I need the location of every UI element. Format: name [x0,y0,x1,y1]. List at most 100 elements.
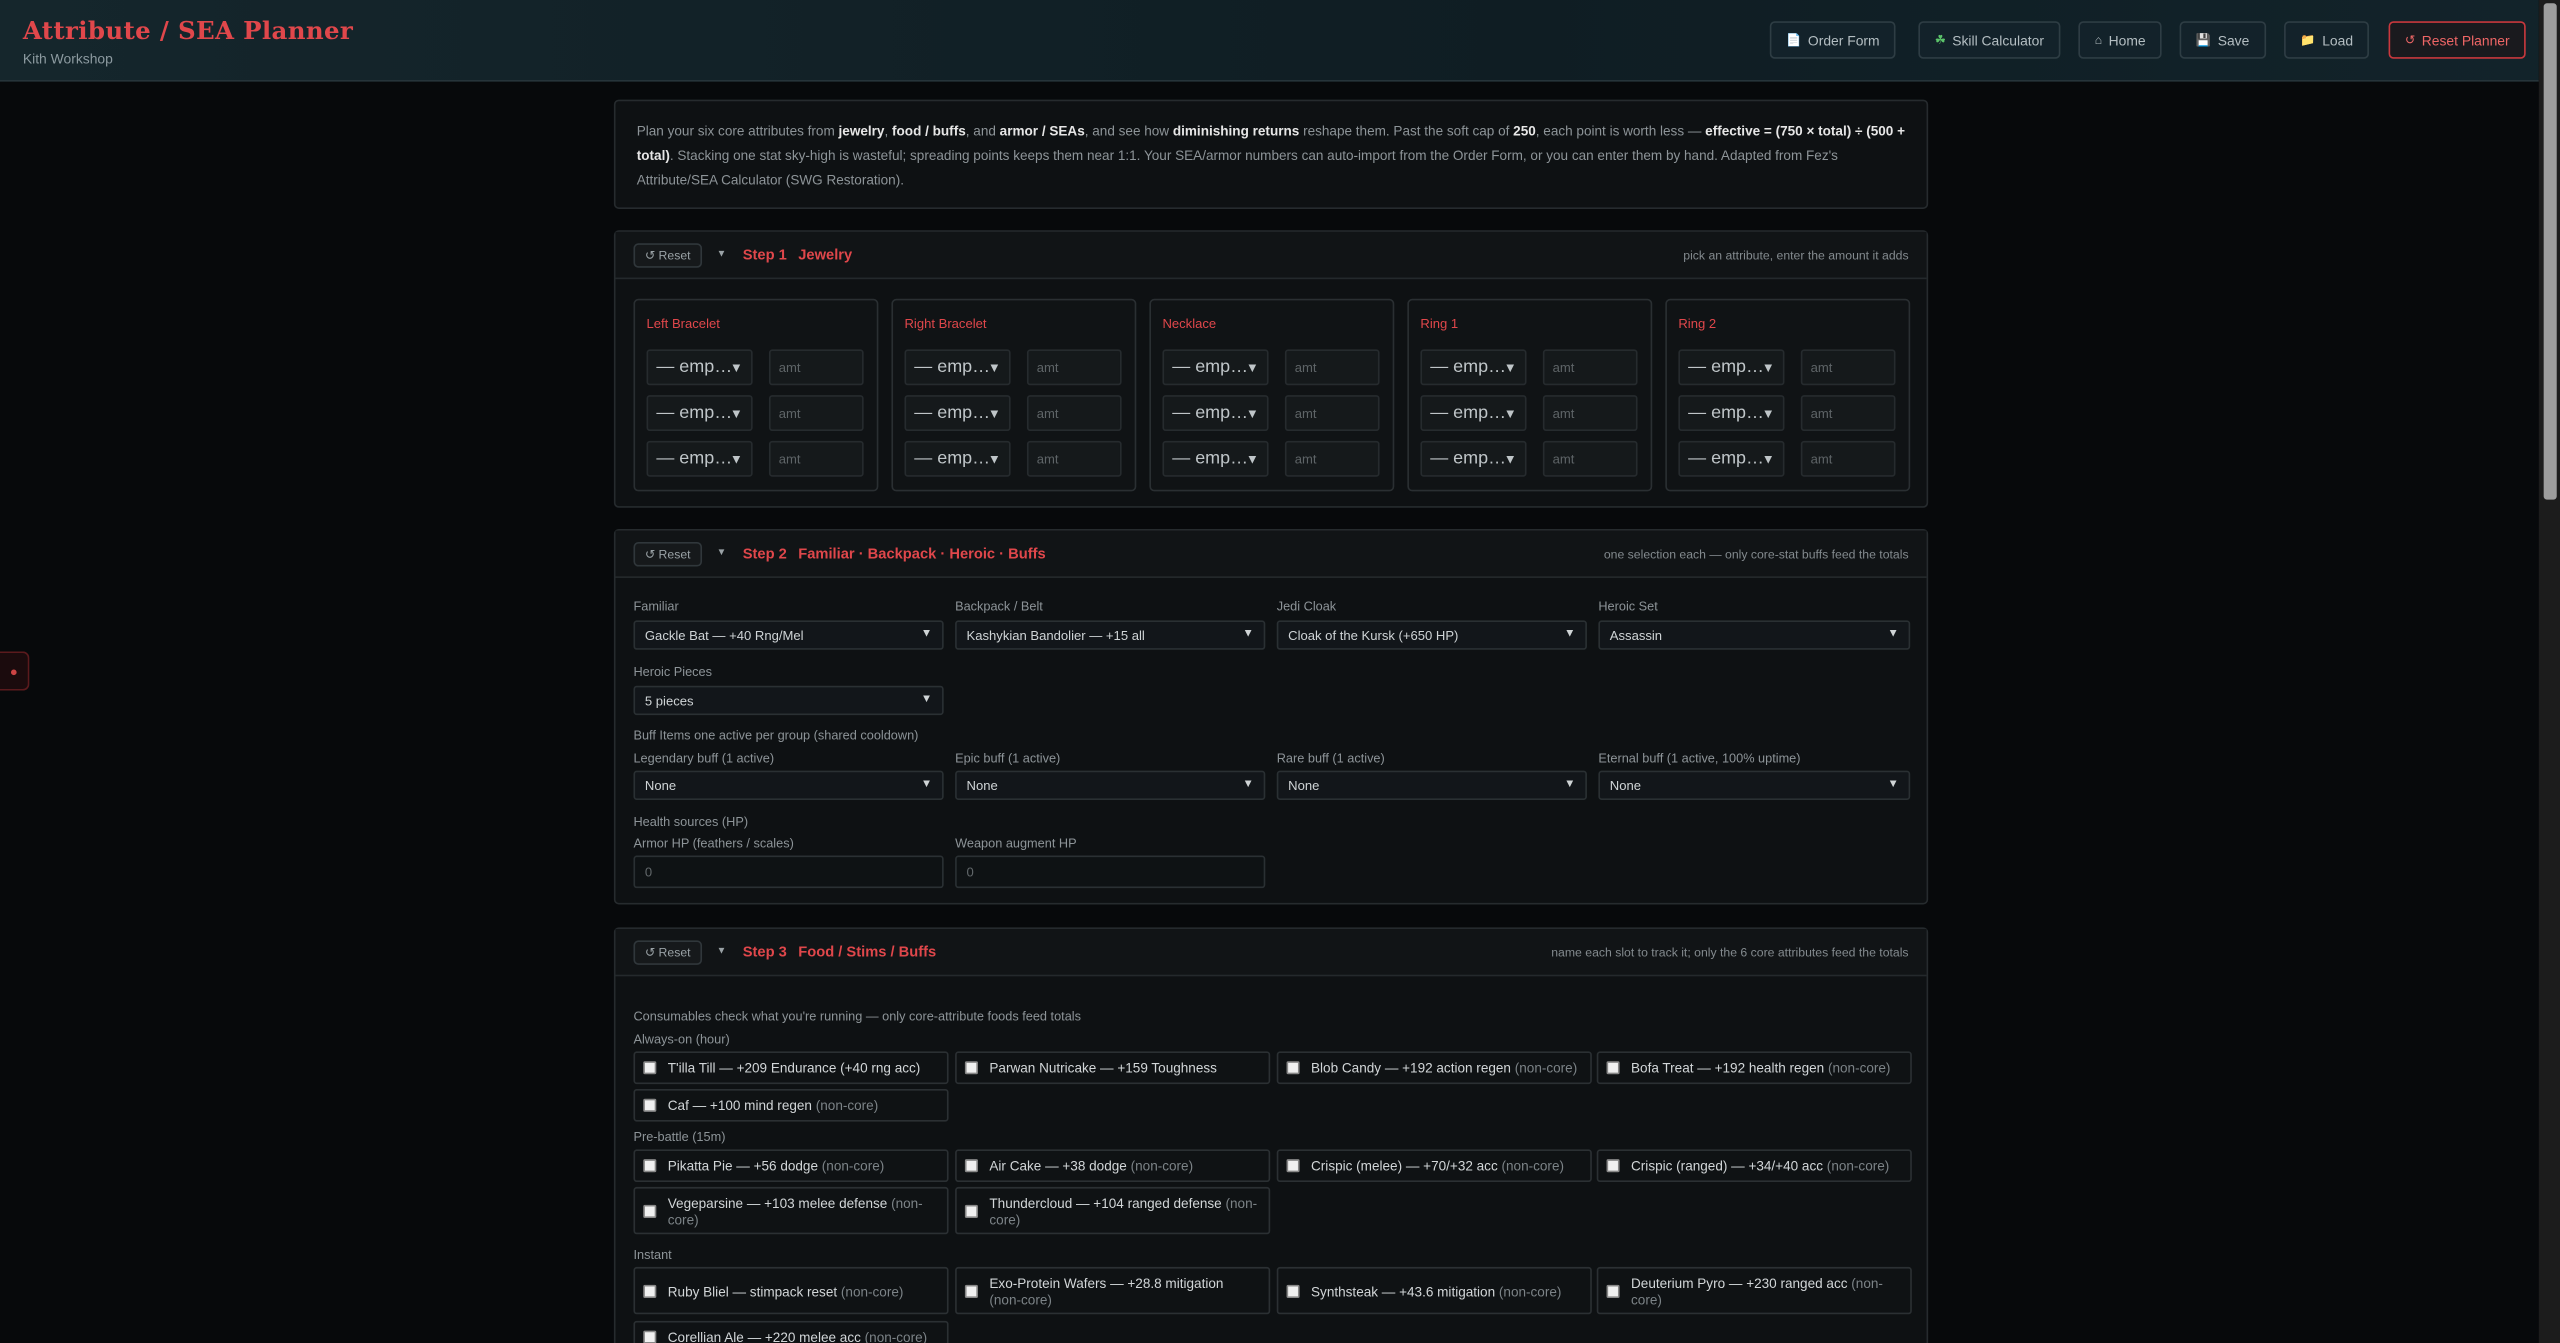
noncore-tag: (non-core) [1130,1157,1194,1174]
amount-input[interactable]: amt [1542,395,1638,432]
scrollbar-thumb[interactable] [2543,3,2557,500]
food-checkbox-crispic-ranged[interactable]: Crispic (ranged) — +34/+40 acc (non-core… [1596,1149,1912,1183]
food-label: Exo-Protein Wafers — +28.8 mitigation [989,1274,1224,1291]
amount-input[interactable]: amt [1542,440,1638,477]
step3-collapse-icon[interactable]: ▼ [717,947,727,957]
amount-input[interactable]: amt [1284,395,1380,432]
attribute-select-value: — emp… [656,357,733,378]
amount-input[interactable]: amt [1284,349,1380,386]
amount-input[interactable]: amt [1026,440,1122,477]
step2-number: Step 2 [742,545,787,562]
attribute-select[interactable]: — emp… ▼ [646,395,753,432]
heroic-pieces-select[interactable]: 5 pieces ▼ [633,685,944,716]
checkbox[interactable] [1606,1159,1620,1173]
attribute-select[interactable]: — emp… ▼ [1162,395,1269,432]
checkbox[interactable] [643,1330,657,1343]
epic-buff-select[interactable]: None ▼ [955,770,1266,800]
reset-planner-button[interactable]: ↺ Reset Planner [2388,21,2526,59]
amount-input[interactable]: amt [1800,349,1896,386]
attribute-select[interactable]: — emp… ▼ [1420,440,1527,477]
food-checkbox-synthsteak[interactable]: Synthsteak — +43.6 mitigation (non-core) [1276,1266,1592,1315]
food-label: Parwan Nutricake — +159 Toughness [989,1059,1217,1076]
checkbox[interactable] [643,1284,657,1298]
jedi-cloak-select[interactable]: Cloak of the Kursk (+650 HP) ▼ [1276,620,1587,650]
jewelry-slot-title: Right Bracelet [904,316,987,332]
attribute-select[interactable]: — emp… ▼ [1162,349,1269,386]
attribute-select[interactable]: — emp… ▼ [904,440,1011,477]
attribute-select-value: — emp… [656,448,733,469]
amount-input[interactable]: amt [768,440,864,477]
food-checkbox-tilla[interactable]: T'illa Till — +209 Endurance (+40 rng ac… [633,1051,949,1085]
checkbox[interactable] [643,1098,657,1112]
noncore-tag: (non-core) [1514,1059,1578,1076]
attribute-select[interactable]: — emp… ▼ [646,440,753,477]
rare-buff-select[interactable]: None ▼ [1276,770,1587,800]
order-form-button[interactable]: 📄 Order Form [1769,21,1896,59]
checkbox[interactable] [643,1061,657,1075]
legendary-buff-select[interactable]: None ▼ [633,770,944,800]
step2-reset-button[interactable]: ↺ Reset [633,541,702,566]
attribute-select[interactable]: — emp… ▼ [904,395,1011,432]
attribute-select[interactable]: — emp… ▼ [1420,395,1527,432]
step1-collapse-icon[interactable]: ▼ [717,250,727,260]
food-checkbox-thundercloud[interactable]: Thundercloud — +104 ranged defense (non-… [955,1186,1271,1235]
step3-reset-button[interactable]: ↺ Reset [633,939,702,965]
checkbox[interactable] [1606,1284,1620,1298]
checkbox[interactable] [1286,1284,1300,1298]
step2-collapse-icon[interactable]: ▼ [717,549,727,559]
skill-calculator-button[interactable]: ☘ Skill Calculator [1918,21,2061,59]
checkbox[interactable] [643,1204,657,1218]
eternal-buff-select[interactable]: None ▼ [1598,770,1911,800]
armor-hp-label: Armor HP (feathers / scales) [633,835,794,851]
attribute-select[interactable]: — emp… ▼ [646,349,753,386]
familiar-select[interactable]: Gackle Bat — +40 Rng/Mel ▼ [633,620,944,650]
attribute-select[interactable]: — emp… ▼ [1420,349,1527,386]
food-checkbox-blob[interactable]: Blob Candy — +192 action regen (non-core… [1276,1051,1592,1085]
checkbox[interactable] [964,1284,978,1298]
amount-input[interactable]: amt [1800,440,1896,477]
step1-reset-button[interactable]: ↺ Reset [633,242,702,267]
checkbox[interactable] [964,1061,978,1075]
checkbox[interactable] [1286,1159,1300,1173]
food-label: Bofa Treat — +192 health regen [1631,1059,1825,1076]
checkbox[interactable] [964,1204,978,1218]
attribute-select[interactable]: — emp… ▼ [1162,440,1269,477]
food-checkbox-exo-protein[interactable]: Exo-Protein Wafers — +28.8 mitigation (n… [955,1266,1271,1315]
checkbox[interactable] [643,1159,657,1173]
checkbox[interactable] [964,1159,978,1173]
save-button[interactable]: 💾 Save [2179,21,2266,59]
food-checkbox-vegeparsine[interactable]: Vegeparsine — +103 melee defense (non-co… [633,1186,949,1235]
step2-header: ↺ Reset ▼ Step 2 Familiar · Backpack · H… [615,530,1927,578]
load-button[interactable]: 📁 Load [2284,21,2370,59]
amount-input[interactable]: amt [1026,349,1122,386]
food-checkbox-crispic-melee[interactable]: Crispic (melee) — +70/+32 acc (non-core) [1276,1149,1592,1183]
attribute-select[interactable]: — emp… ▼ [1678,349,1785,386]
backpack-label: Backpack / Belt [955,599,1043,614]
food-checkbox-bofa[interactable]: Bofa Treat — +192 health regen (non-core… [1596,1051,1912,1085]
checkbox[interactable] [1286,1061,1300,1075]
amount-input[interactable]: amt [1542,349,1638,386]
food-checkbox-caf[interactable]: Caf — +100 mind regen (non-core) [633,1088,949,1122]
amount-input[interactable]: amt [1800,395,1896,432]
side-panel-toggle[interactable]: ● [0,651,30,691]
food-checkbox-corellian-ale[interactable]: Corellian Ale — +220 melee acc (non-core… [633,1320,949,1343]
food-checkbox-deuterium-pyro[interactable]: Deuterium Pyro — +230 ranged acc (non-co… [1596,1266,1912,1315]
food-checkbox-pikatta[interactable]: Pikatta Pie — +56 dodge (non-core) [633,1149,949,1183]
amount-input[interactable]: amt [768,395,864,432]
armor-hp-input[interactable]: 0 [633,855,944,889]
home-button[interactable]: ⌂ Home [2078,21,2162,59]
backpack-select[interactable]: Kashykian Bandolier — +15 all ▼ [955,620,1266,650]
weapon-hp-input[interactable]: 0 [955,855,1266,889]
amount-input[interactable]: amt [768,349,864,386]
amount-input[interactable]: amt [1284,440,1380,477]
food-checkbox-aircake[interactable]: Air Cake — +38 dodge (non-core) [955,1149,1271,1183]
amount-input[interactable]: amt [1026,395,1122,432]
attribute-select[interactable]: — emp… ▼ [904,349,1011,386]
food-label: Deuterium Pyro — +230 ranged acc [1631,1274,1848,1291]
attribute-select[interactable]: — emp… ▼ [1678,440,1785,477]
checkbox[interactable] [1606,1061,1620,1075]
food-checkbox-ruby-bliel[interactable]: Ruby Bliel — stimpack reset (non-core) [633,1266,949,1315]
attribute-select[interactable]: — emp… ▼ [1678,395,1785,432]
food-checkbox-parwan[interactable]: Parwan Nutricake — +159 Toughness [955,1051,1271,1085]
heroic-set-select[interactable]: Assassin ▼ [1598,620,1911,650]
